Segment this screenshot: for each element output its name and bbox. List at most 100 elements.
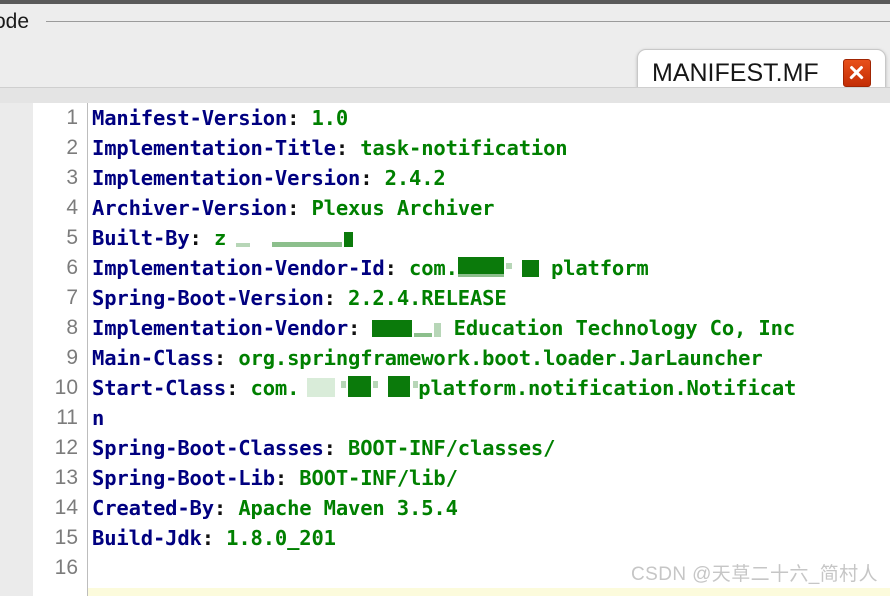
manifest-value: 1.8.0_201	[226, 526, 336, 550]
line-number: 8	[66, 316, 78, 339]
line-content: Implementation-Version: 2.4.2	[92, 163, 446, 193]
manifest-value: BOOT-INF/lib/	[299, 466, 458, 490]
manifest-key: Spring-Boot-Classes	[92, 436, 324, 460]
editor-window: ode MANIFEST.MF 1Manifest-Version: 1.02I…	[0, 0, 890, 596]
code-line[interactable]: 15 Build-Jdk: 1.8.0_201	[0, 523, 890, 553]
manifest-colon: :	[226, 376, 251, 400]
manifest-key: Implementation-Title	[92, 136, 336, 160]
manifest-colon: :	[323, 286, 349, 310]
manifest-value-tail: platform	[538, 256, 649, 280]
line-number: 4	[66, 196, 78, 219]
line-content: Spring-Boot-Classes: BOOT-INF/classes/	[92, 433, 555, 463]
line-content: Start-Class: com. platform.notification.N…	[92, 373, 796, 403]
line-number: 3	[66, 166, 78, 189]
manifest-key: Implementation-Version	[92, 166, 361, 190]
manifest-colon: :	[335, 136, 361, 160]
line-content: Built-By: z	[92, 223, 354, 253]
code-line[interactable]: 2 Implementation-Title: task-notification	[0, 133, 890, 163]
line-number: 6	[66, 256, 78, 279]
group-box-label: ode	[0, 10, 30, 33]
line-number: 5	[66, 226, 78, 249]
close-x-icon[interactable]	[843, 59, 871, 87]
line-content: Implementation-Title: task-notification	[92, 133, 568, 163]
line-number: 12	[54, 436, 78, 459]
manifest-key: Implementation-Vendor-Id	[92, 256, 385, 280]
line-number: 14	[54, 496, 78, 519]
manifest-colon: :	[384, 256, 409, 280]
manifest-colon: :	[213, 496, 239, 520]
code-line[interactable]: 12 Spring-Boot-Classes: BOOT-INF/classes/	[0, 433, 890, 463]
code-line[interactable]: 7 Spring-Boot-Version: 2.2.4.RELEASE	[0, 283, 890, 313]
manifest-colon: :	[348, 316, 373, 340]
manifest-colon: :	[287, 196, 312, 220]
manifest-value-tail: platform.notification.Notificat	[418, 376, 797, 400]
line-number: 1	[66, 106, 78, 129]
code-editor[interactable]: 1 Manifest-Version: 1.0 2 Implementation-Ti…	[0, 103, 890, 596]
manifest-value: BOOT-INF/classes/	[348, 436, 556, 460]
manifest-key: Built-By	[92, 226, 190, 250]
code-line[interactable]: 10 Start-Class: com. platform.notification…	[0, 373, 890, 403]
editor-header: ode MANIFEST.MF	[0, 4, 890, 107]
group-box-rule	[46, 21, 890, 22]
line-number: 2	[66, 136, 78, 159]
code-line[interactable]: 5 Built-By: z	[0, 223, 890, 253]
manifest-value: com.	[409, 256, 458, 280]
manifest-value-tail: Education Technology Co, Inc	[441, 316, 796, 340]
code-line[interactable]: 4 Archiver-Version: Plexus Archiver	[0, 193, 890, 223]
manifest-key: Spring-Boot-Lib	[92, 466, 275, 490]
code-line[interactable]: 14 Created-By: Apache Maven 3.5.4	[0, 493, 890, 523]
line-content: Created-By: Apache Maven 3.5.4	[92, 493, 458, 523]
line-number: 9	[66, 346, 78, 369]
csdn-watermark: CSDN @天草二十六_简村人	[631, 564, 878, 585]
manifest-key: Start-Class	[92, 376, 227, 400]
line-content: Main-Class: org.springframework.boot.loa…	[92, 343, 763, 373]
line-number: 16	[54, 556, 78, 579]
manifest-continuation: n	[92, 406, 105, 430]
redaction-mark	[299, 376, 419, 400]
code-line[interactable]: 6 Implementation-Vendor-Id: com. platform	[0, 253, 890, 283]
line-content: Implementation-Vendor: Education Technol…	[92, 313, 795, 343]
line-number: 7	[66, 286, 78, 309]
manifest-colon: :	[213, 346, 239, 370]
code-line-list: 1 Manifest-Version: 1.0 2 Implementation-Ti…	[0, 103, 890, 583]
manifest-colon: :	[287, 106, 312, 130]
line-content: Spring-Boot-Lib: BOOT-INF/lib/	[92, 463, 458, 493]
manifest-colon: :	[323, 436, 349, 460]
manifest-value: org.springframework.boot.loader.JarLaunc…	[238, 346, 763, 370]
code-line[interactable]: 9 Main-Class: org.springframework.boot.lo…	[0, 343, 890, 373]
manifest-key: Manifest-Version	[92, 106, 288, 130]
current-line-highlight	[88, 588, 890, 596]
manifest-key: Archiver-Version	[92, 196, 288, 220]
manifest-value: 2.4.2	[384, 166, 446, 190]
redaction-mark	[226, 226, 354, 250]
line-content: Implementation-Vendor-Id: com. platform	[92, 253, 649, 283]
line-number: 15	[54, 526, 78, 549]
manifest-value: 1.0	[311, 106, 349, 130]
manifest-colon: :	[360, 166, 385, 190]
manifest-value: 2.2.4.RELEASE	[348, 286, 507, 310]
code-line[interactable]: 13 Spring-Boot-Lib: BOOT-INF/lib/	[0, 463, 890, 493]
line-content: Manifest-Version: 1.0	[92, 103, 348, 133]
manifest-value: com.	[250, 376, 300, 400]
line-number: 11	[56, 406, 78, 429]
manifest-value: task-notification	[360, 136, 568, 160]
line-content: Spring-Boot-Version: 2.2.4.RELEASE	[92, 283, 507, 313]
code-line[interactable]: 8 Implementation-Vendor: Education Techno…	[0, 313, 890, 343]
line-number: 13	[54, 466, 78, 489]
code-line[interactable]: 11 n	[0, 403, 890, 433]
manifest-key: Created-By	[92, 496, 214, 520]
code-line[interactable]: 1 Manifest-Version: 1.0	[0, 103, 890, 133]
manifest-colon: :	[189, 226, 214, 250]
manifest-colon: :	[274, 466, 300, 490]
manifest-value: Apache Maven 3.5.4	[238, 496, 458, 520]
tab-label: MANIFEST.MF	[652, 58, 819, 87]
manifest-value: Plexus Archiver	[311, 196, 495, 220]
manifest-value: z	[213, 226, 227, 250]
line-content: Build-Jdk: 1.8.0_201	[92, 523, 336, 553]
line-content: n	[92, 403, 104, 433]
line-content: Archiver-Version: Plexus Archiver	[92, 193, 495, 223]
redaction-mark	[372, 316, 442, 340]
manifest-key: Build-Jdk	[92, 526, 202, 550]
manifest-key: Implementation-Vendor	[92, 316, 349, 340]
code-line[interactable]: 3 Implementation-Version: 2.4.2	[0, 163, 890, 193]
